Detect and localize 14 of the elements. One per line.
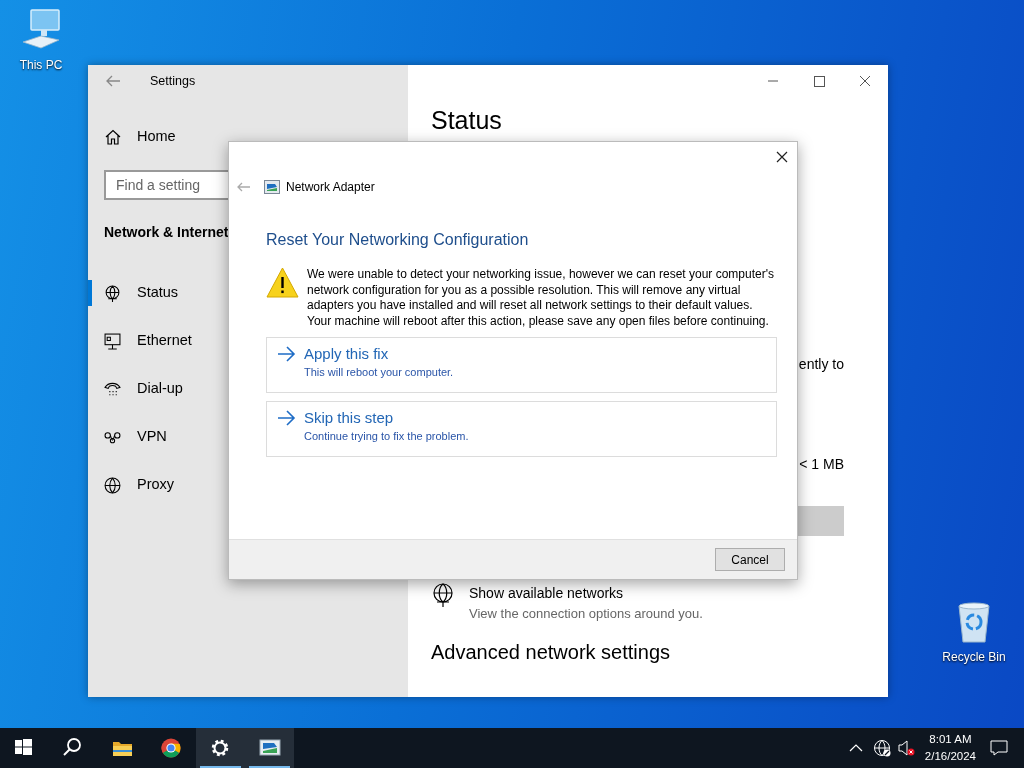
option-description: Continue trying to fix the problem. bbox=[304, 429, 469, 444]
link-description: View the connection options around you. bbox=[469, 605, 703, 623]
option-title: Skip this step bbox=[304, 408, 395, 428]
option-title: Apply this fix bbox=[304, 344, 390, 364]
partial-text: ently to bbox=[798, 355, 844, 374]
dialog-title: Network Adapter bbox=[286, 179, 375, 196]
page-heading: Status bbox=[431, 106, 502, 134]
window-title: Settings bbox=[150, 72, 196, 90]
partial-text: < 1 MB bbox=[799, 455, 844, 474]
option-description: This will reboot your computer. bbox=[304, 365, 454, 380]
dialog-heading: Reset Your Networking Configuration bbox=[266, 230, 530, 250]
section-heading: Network & Internet bbox=[104, 223, 229, 242]
section-heading: Advanced network settings bbox=[431, 639, 671, 665]
warning-message: We were unable to detect your networking issue, however we can reset your computer's network configuration for you as a possible resolution. This will remove any virtual adapters you have installed and will reset all network settings to their default values. Your machine will reboot after this action, please save any open files before continuing. bbox=[307, 267, 775, 329]
